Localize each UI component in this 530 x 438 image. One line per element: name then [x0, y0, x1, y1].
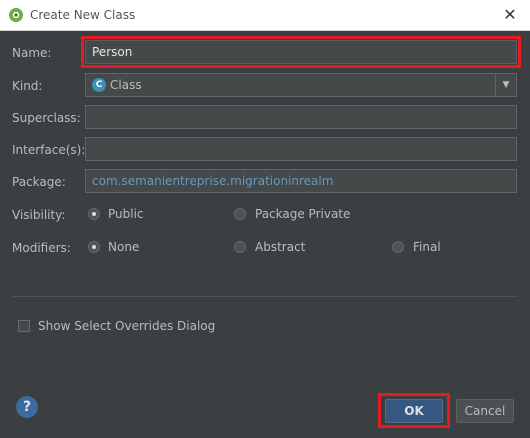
modifier-none-label[interactable]: None [108, 240, 139, 254]
name-input-highlight [81, 36, 521, 68]
modifier-final-label[interactable]: Final [413, 240, 441, 254]
visibility-package-private-radio[interactable] [234, 208, 246, 220]
superclass-label: Superclass: [12, 111, 81, 125]
visibility-package-private-label[interactable]: Package Private [255, 207, 350, 221]
section-divider [12, 296, 518, 297]
show-overrides-label[interactable]: Show Select Overrides Dialog [38, 319, 215, 333]
package-label: Package: [12, 175, 66, 189]
show-overrides-checkbox[interactable] [18, 320, 30, 332]
visibility-label: Visibility: [12, 208, 66, 222]
modifier-abstract-label[interactable]: Abstract [255, 240, 305, 254]
kind-select[interactable]: C Class ▼ [85, 73, 517, 97]
modifier-abstract-radio[interactable] [234, 241, 246, 253]
class-icon: C [92, 78, 106, 92]
package-input[interactable]: com.semanientreprise.migrationinrealm [85, 169, 517, 193]
help-icon[interactable]: ? [16, 396, 38, 418]
chevron-down-icon[interactable]: ▼ [495, 74, 516, 96]
modifiers-label: Modifiers: [12, 241, 71, 255]
modifier-final-radio[interactable] [392, 241, 404, 253]
package-input-value: com.semanientreprise.migrationinrealm [92, 174, 334, 188]
title-bar: Create New Class ✕ [0, 0, 530, 31]
cancel-button[interactable]: Cancel [456, 399, 514, 423]
android-studio-icon [9, 8, 23, 22]
name-label: Name: [12, 46, 52, 60]
modifier-none-radio[interactable] [88, 241, 100, 253]
kind-select-value: Class [110, 78, 142, 92]
dialog-body: Name: Person Kind: C Class ▼ Superclass:… [0, 31, 530, 438]
visibility-public-label[interactable]: Public [108, 207, 144, 221]
visibility-public-radio[interactable] [88, 208, 100, 220]
window-title: Create New Class [30, 8, 136, 22]
ok-button-highlight [378, 393, 450, 428]
kind-label: Kind: [12, 79, 43, 93]
interfaces-input[interactable] [85, 137, 517, 161]
close-icon[interactable]: ✕ [500, 5, 520, 25]
interfaces-label: Interface(s): [12, 143, 86, 157]
superclass-input[interactable] [85, 105, 517, 129]
